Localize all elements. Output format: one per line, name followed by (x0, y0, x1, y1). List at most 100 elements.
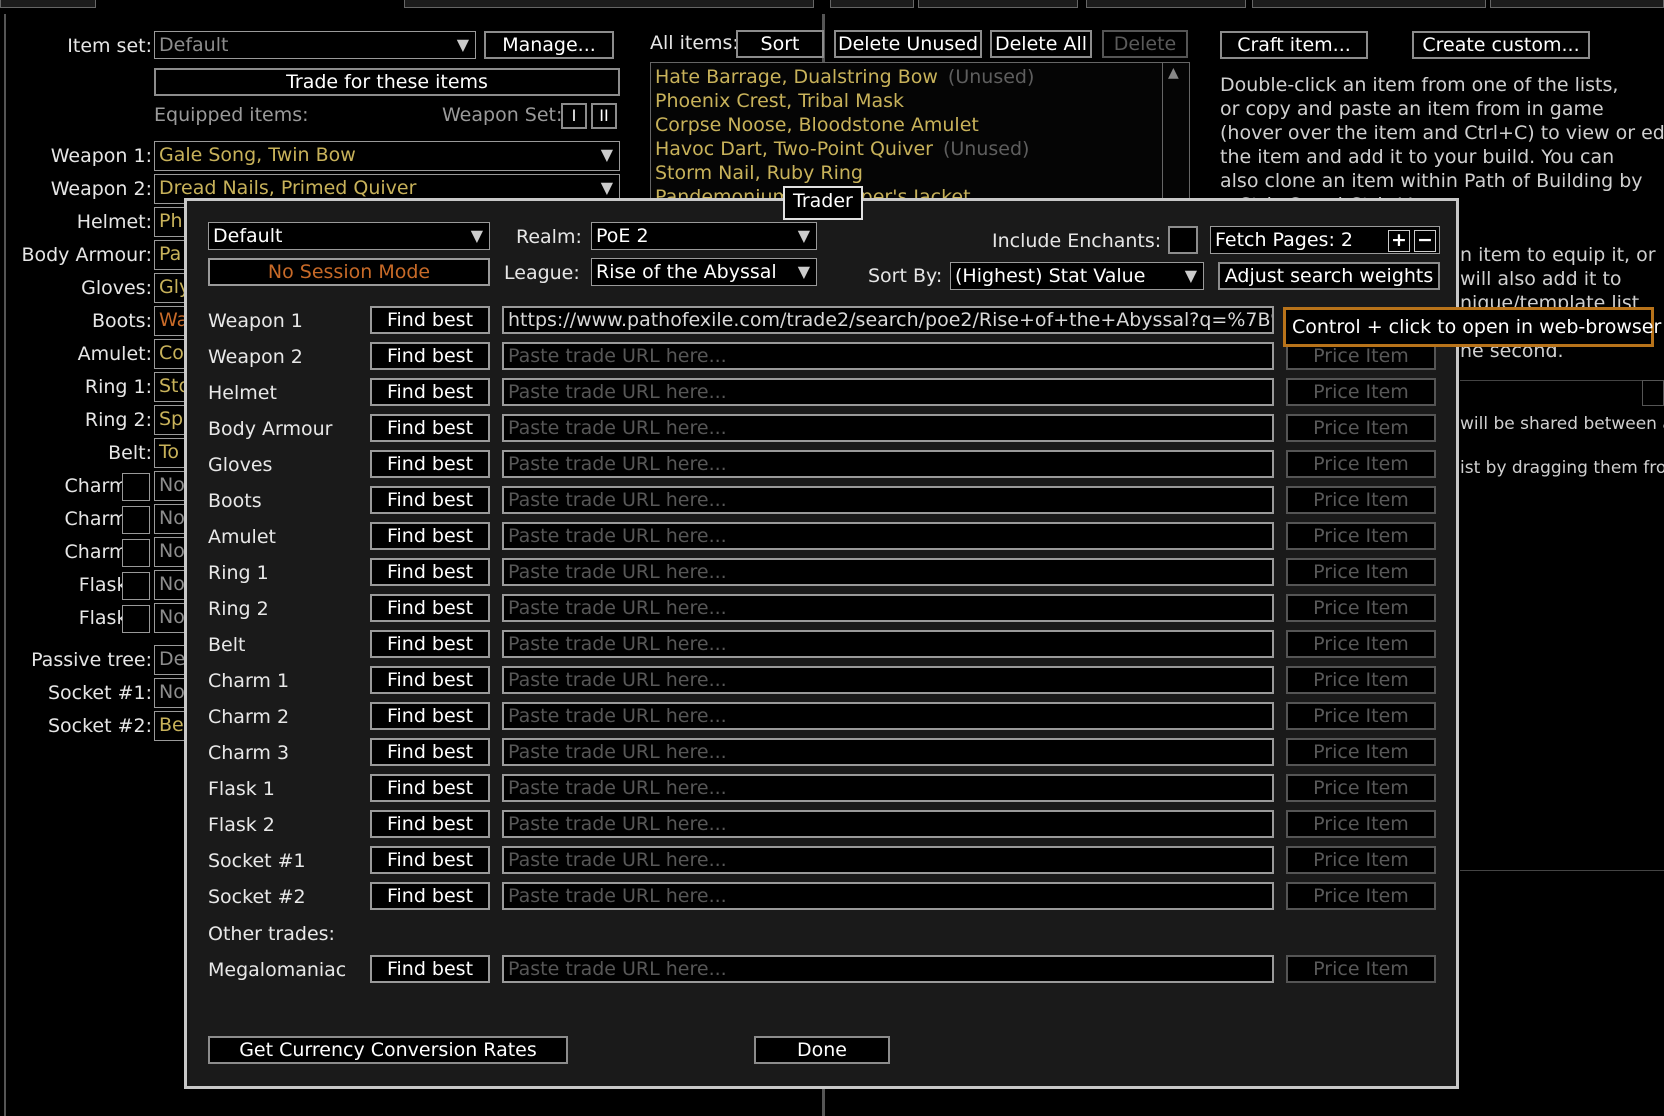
slot-icon-box[interactable] (122, 539, 150, 567)
price-item-button[interactable]: Price Item (1286, 702, 1436, 730)
price-item-button[interactable]: Price Item (1286, 774, 1436, 802)
trader-profile-dropdown[interactable]: Default ▼ (208, 222, 490, 250)
price-item-button[interactable]: Price Item (1286, 594, 1436, 622)
trade-url-input[interactable]: Paste trade URL here... (502, 378, 1274, 406)
realm-dropdown[interactable]: PoE 2 ▼ (591, 222, 817, 250)
find-best-button[interactable]: Find best (370, 450, 490, 478)
find-best-button[interactable]: Find best (370, 630, 490, 658)
find-best-button[interactable]: Find best (370, 702, 490, 730)
trade-url-input[interactable]: https://www.pathofexile.com/trade2/searc… (502, 306, 1274, 334)
price-item-button[interactable]: Price Item (1286, 955, 1436, 983)
minus-icon[interactable]: − (1414, 230, 1436, 252)
trade-url-input[interactable]: Paste trade URL here... (502, 630, 1274, 658)
partial-button[interactable] (1642, 380, 1664, 406)
trade-url-input[interactable]: Paste trade URL here... (502, 486, 1274, 514)
delete-button[interactable]: Delete (1102, 30, 1188, 58)
library-item[interactable]: Corpse Noose, Bloodstone Amulet (655, 113, 979, 137)
library-item[interactable]: Hate Barrage, Dualstring Bow (Unused) (655, 65, 1034, 89)
item-set-dropdown[interactable]: Default ▼ (154, 31, 476, 59)
trade-slot-label: Weapon 2 (208, 346, 303, 368)
find-best-button[interactable]: Find best (370, 846, 490, 874)
price-item-button[interactable]: Price Item (1286, 846, 1436, 874)
trade-url-input[interactable]: Paste trade URL here... (502, 594, 1274, 622)
trade-url-input[interactable]: Paste trade URL here... (502, 702, 1274, 730)
slot-icon-box[interactable] (122, 605, 150, 633)
create-custom-button[interactable]: Create custom... (1412, 31, 1590, 59)
price-item-button[interactable]: Price Item (1286, 810, 1436, 838)
price-item-button[interactable]: Price Item (1286, 558, 1436, 586)
slot-icon-box[interactable] (122, 473, 150, 501)
currency-conversion-button[interactable]: Get Currency Conversion Rates (208, 1036, 568, 1064)
find-best-button[interactable]: Find best (370, 774, 490, 802)
no-session-mode-button[interactable]: No Session Mode (208, 258, 490, 286)
price-item-button[interactable]: Price Item (1286, 738, 1436, 766)
price-item-button[interactable]: Price Item (1286, 666, 1436, 694)
find-best-button[interactable]: Find best (370, 486, 490, 514)
trade-slot-label: Amulet (208, 526, 276, 548)
browser-tooltip: Control + click to open in web-browser (1283, 307, 1661, 347)
find-best-button[interactable]: Find best (370, 666, 490, 694)
include-enchants-label: Include Enchants: (992, 230, 1162, 252)
trade-url-input[interactable]: Paste trade URL here... (502, 955, 1274, 983)
sort-button[interactable]: Sort (736, 30, 824, 58)
slot-value: Gale Song, Twin Bow (159, 144, 356, 166)
find-best-button[interactable]: Find best (370, 594, 490, 622)
library-item[interactable]: Storm Nail, Ruby Ring (655, 161, 863, 185)
find-best-button[interactable]: Find best (370, 378, 490, 406)
manage-button[interactable]: Manage... (484, 31, 614, 59)
weapon-set-1-button[interactable]: I (561, 103, 587, 129)
slot-dropdown[interactable]: Gale Song, Twin Bow ▼ (154, 141, 620, 171)
all-items-label: All items: (650, 32, 739, 54)
sort-by-dropdown[interactable]: (Highest) Stat Value ▼ (950, 262, 1204, 290)
all-items-list[interactable]: Hate Barrage, Dualstring Bow (Unused) Phoe… (650, 62, 1190, 212)
trade-url-input[interactable]: Paste trade URL here... (502, 414, 1274, 442)
slot-value: No (159, 606, 185, 628)
price-item-button[interactable]: Price Item (1286, 486, 1436, 514)
delete-all-button[interactable]: Delete All (990, 30, 1092, 58)
trade-url-input[interactable]: Paste trade URL here... (502, 558, 1274, 586)
price-item-button[interactable]: Price Item (1286, 450, 1436, 478)
library-item[interactable]: Havoc Dart, Two-Point Quiver (Unused) (655, 137, 1029, 161)
price-item-button[interactable]: Price Item (1286, 522, 1436, 550)
description-line: the item and add it to your build. You c… (1220, 146, 1615, 168)
find-best-button[interactable]: Find best (370, 810, 490, 838)
plus-icon[interactable]: + (1388, 230, 1410, 252)
find-best-button[interactable]: Find best (370, 414, 490, 442)
include-enchants-checkbox[interactable] (1168, 226, 1198, 254)
find-best-button[interactable]: Find best (370, 738, 490, 766)
find-best-button[interactable]: Find best (370, 882, 490, 910)
trade-url-input[interactable]: Paste trade URL here... (502, 522, 1274, 550)
trade-url-input[interactable]: Paste trade URL here... (502, 846, 1274, 874)
craft-item-button[interactable]: Craft item... (1220, 31, 1368, 59)
slot-icon-box[interactable] (122, 506, 150, 534)
price-item-button[interactable]: Price Item (1286, 630, 1436, 658)
trade-url-input[interactable]: Paste trade URL here... (502, 666, 1274, 694)
find-best-button[interactable]: Find best (370, 342, 490, 370)
scroll-up-icon[interactable]: ▲ (1168, 65, 1179, 81)
price-item-button[interactable]: Price Item (1286, 882, 1436, 910)
find-best-button[interactable]: Find best (370, 522, 490, 550)
slot-value: Dread Nails, Primed Quiver (159, 177, 417, 199)
slot-icon-box[interactable] (122, 572, 150, 600)
delete-unused-button[interactable]: Delete Unused (834, 30, 982, 58)
all-items-scrollbar[interactable]: ▲ (1162, 63, 1188, 203)
trade-url-input[interactable]: Paste trade URL here... (502, 774, 1274, 802)
done-button[interactable]: Done (754, 1036, 890, 1064)
price-item-button[interactable]: Price Item (1286, 378, 1436, 406)
price-item-button[interactable]: Price Item (1286, 414, 1436, 442)
trade-url-input[interactable]: Paste trade URL here... (502, 342, 1274, 370)
trade-url-input[interactable]: Paste trade URL here... (502, 810, 1274, 838)
trade-url-input[interactable]: Paste trade URL here... (502, 450, 1274, 478)
adjust-search-weights-button[interactable]: Adjust search weights (1218, 262, 1440, 290)
library-item[interactable]: Phoenix Crest, Tribal Mask (655, 89, 904, 113)
trade-url-input[interactable]: Paste trade URL here... (502, 738, 1274, 766)
drag-text: ist by dragging them fro (1460, 458, 1664, 478)
league-dropdown[interactable]: Rise of the Abyssal ▼ (591, 258, 817, 286)
find-best-button[interactable]: Find best (370, 558, 490, 586)
find-best-button[interactable]: Find best (370, 955, 490, 983)
trade-for-items-button[interactable]: Trade for these items (154, 68, 620, 96)
find-best-button[interactable]: Find best (370, 306, 490, 334)
slot-label: Socket #1: (47, 682, 152, 704)
trade-url-input[interactable]: Paste trade URL here... (502, 882, 1274, 910)
weapon-set-2-button[interactable]: II (591, 103, 617, 129)
